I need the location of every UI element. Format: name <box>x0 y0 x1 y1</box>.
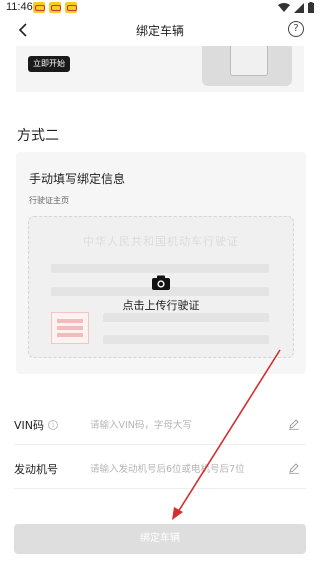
card-subtitle: 行驶证主页 <box>29 196 69 205</box>
camera-icon[interactable] <box>151 275 171 291</box>
page-header: 绑定车辆 ? <box>0 16 320 46</box>
vin-label: VIN码 i <box>14 417 58 433</box>
placeholder-stripe <box>103 335 269 344</box>
wifi-icon <box>278 2 290 12</box>
page-title: 绑定车辆 <box>135 24 184 38</box>
edit-pencil-icon[interactable] <box>288 462 300 474</box>
start-now-button[interactable]: 立即开始 <box>28 56 70 72</box>
status-time: 11:46 <box>6 1 33 13</box>
section-title: 方式二 <box>17 128 59 144</box>
status-bar: 11:46 <box>0 0 320 16</box>
info-icon[interactable]: i <box>48 420 58 430</box>
bind-vehicle-button[interactable]: 绑定车辆 <box>14 524 306 554</box>
upload-license-label[interactable]: 点击上传行驶证 <box>29 297 293 313</box>
engine-number-input[interactable] <box>90 457 280 481</box>
engine-number-row: 发动机号 <box>14 449 306 489</box>
vin-input[interactable] <box>90 413 280 437</box>
placeholder-stripe <box>103 313 269 322</box>
placeholder-stripe <box>51 264 269 273</box>
vin-row: VIN码 i <box>14 405 306 445</box>
battery-icon <box>308 2 314 13</box>
edit-pencil-icon[interactable] <box>288 418 300 430</box>
signal-icon <box>294 2 304 13</box>
engine-label-text: 发动机号 <box>14 463 58 476</box>
notification-icon <box>65 2 77 13</box>
notification-icon <box>33 2 45 13</box>
card-title: 手动填写绑定信息 <box>29 172 126 186</box>
manual-binding-card: 手动填写绑定信息 行驶证主页 中华人民共和国机动车行驶证 点击上传行驶证 <box>16 152 306 374</box>
status-indicators <box>278 2 314 13</box>
method-one-card: 立即开始 <box>16 46 304 92</box>
engine-label: 发动机号 <box>14 461 58 477</box>
license-upload-area[interactable]: 中华人民共和国机动车行驶证 点击上传行驶证 <box>28 216 294 358</box>
help-circle-icon[interactable]: ? <box>288 21 304 37</box>
phone-illustration <box>202 46 292 86</box>
vin-label-text: VIN码 <box>14 419 44 432</box>
notification-icon <box>49 2 61 13</box>
license-stamp-placeholder <box>51 312 89 344</box>
license-watermark: 中华人民共和国机动车行驶证 <box>83 235 239 248</box>
